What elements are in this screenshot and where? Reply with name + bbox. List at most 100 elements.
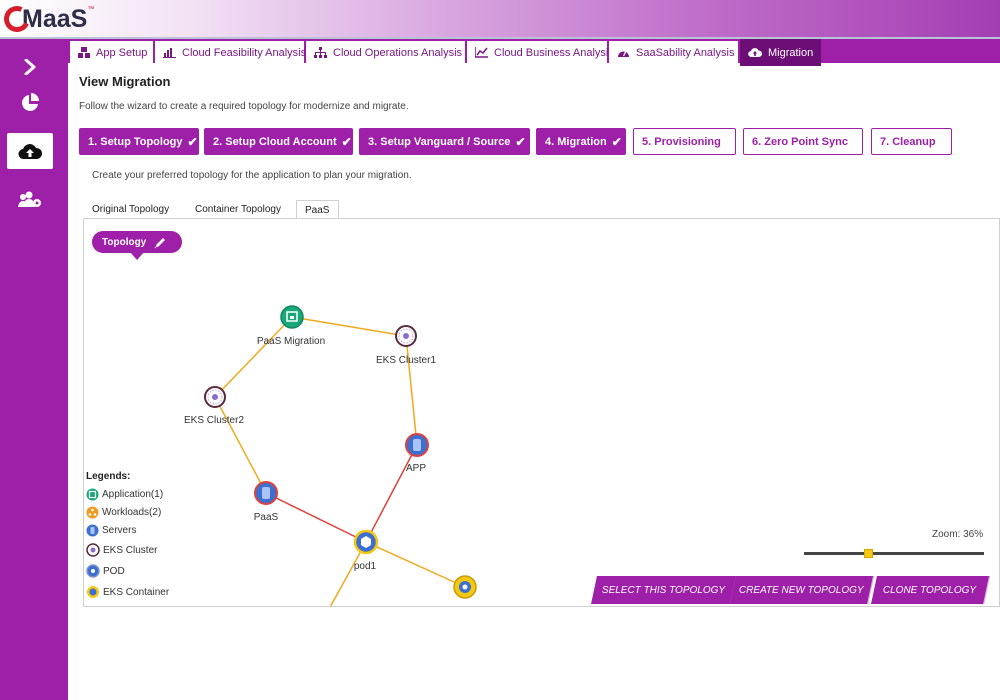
check-icon: ✔ bbox=[515, 134, 526, 149]
check-icon: ✔ bbox=[341, 134, 352, 149]
tab-original-topology[interactable]: Original Topology bbox=[84, 200, 177, 219]
tab-label: Migration bbox=[768, 46, 814, 59]
node-label-paas-migration: PaaS Migration bbox=[256, 336, 326, 347]
node-paas[interactable] bbox=[254, 481, 278, 505]
step-cleanup[interactable]: 7. Cleanup bbox=[871, 128, 952, 155]
topology-pill-label: Topology bbox=[102, 236, 147, 248]
node-eks-container[interactable] bbox=[453, 575, 477, 599]
cubes-icon bbox=[78, 47, 90, 58]
zoom-slider-track[interactable] bbox=[804, 552, 984, 555]
tab-app-setup[interactable]: App Setup bbox=[70, 41, 153, 64]
tab-saasability[interactable]: SaaSability Analysis bbox=[609, 41, 738, 64]
tab-label: SaaSability Analysis bbox=[636, 46, 735, 59]
zoom-slider-handle[interactable] bbox=[864, 549, 874, 558]
graph-edge bbox=[365, 444, 418, 543]
legend-label: EKS Cluster bbox=[103, 544, 158, 556]
select-topology-button[interactable]: SELECT THIS TOPOLOGY bbox=[591, 576, 737, 604]
tab-label: PaaS bbox=[305, 204, 330, 216]
graph-edge bbox=[214, 396, 267, 494]
tab-migration[interactable]: Migration bbox=[740, 39, 821, 66]
node-label-app: APP bbox=[405, 463, 427, 474]
line-chart-icon bbox=[475, 47, 488, 58]
node-pod1[interactable] bbox=[353, 529, 379, 555]
node-label-eks-cluster1: EKS Cluster1 bbox=[375, 355, 437, 366]
step-label: 4. Migration bbox=[545, 135, 607, 148]
topology-edit-button[interactable]: Topology bbox=[92, 231, 182, 253]
step-setup-topology[interactable]: 1. Setup Topology ✔ bbox=[79, 128, 199, 155]
legend-label: Servers bbox=[102, 525, 137, 536]
sidebar-toggle-button[interactable] bbox=[7, 49, 53, 85]
eks-container-icon bbox=[86, 585, 100, 599]
logo-tm: ™ bbox=[87, 5, 95, 13]
workloads-icon bbox=[86, 506, 99, 519]
page-title: View Migration bbox=[79, 74, 171, 89]
legend-label: Workloads(2) bbox=[102, 507, 162, 518]
cloud-upload-icon bbox=[18, 144, 42, 160]
legend-label: EKS Container bbox=[103, 586, 170, 598]
topology-canvas[interactable] bbox=[83, 219, 1000, 607]
legend-item-servers: Servers bbox=[86, 524, 136, 537]
step-provisioning[interactable]: 5. Provisioning bbox=[633, 128, 736, 155]
pencil-icon bbox=[154, 236, 167, 249]
sidebar bbox=[0, 39, 68, 700]
logo-text: MaaS bbox=[22, 4, 88, 33]
graph-edge bbox=[214, 316, 293, 398]
node-eks-cluster2[interactable] bbox=[204, 386, 226, 408]
step-migration[interactable]: 4. Migration ✔ bbox=[536, 128, 626, 155]
topology-graph bbox=[204, 305, 477, 606]
node-paas-migration[interactable] bbox=[280, 305, 304, 329]
tab-label: Cloud Feasibility Analysis bbox=[182, 46, 307, 59]
create-topology-button[interactable]: CREATE NEW TOPOLOGY bbox=[730, 576, 874, 604]
pill-arrow bbox=[130, 252, 144, 260]
legend-label: POD bbox=[103, 565, 125, 577]
step-label: 1. Setup Topology bbox=[88, 135, 183, 148]
tab-label: Cloud Operations Analysis bbox=[333, 46, 463, 59]
tab-container-topology[interactable]: Container Topology bbox=[187, 200, 289, 219]
check-icon: ✔ bbox=[611, 134, 622, 149]
tab-cloud-business[interactable]: Cloud Business Analysis bbox=[467, 41, 614, 64]
sidebar-item-users[interactable] bbox=[7, 182, 53, 218]
sitemap-icon bbox=[314, 47, 327, 58]
step-label: 2. Setup Cloud Account bbox=[213, 135, 337, 148]
top-tabs: App Setup Cloud Feasibility Analysis Clo… bbox=[68, 39, 1000, 66]
step-label: 5. Provisioning bbox=[642, 135, 721, 148]
node-eks-cluster1[interactable] bbox=[395, 325, 417, 347]
tab-paas[interactable]: PaaS bbox=[296, 200, 339, 219]
legend-item-pod: POD bbox=[86, 564, 125, 578]
graph-edge bbox=[291, 316, 407, 337]
node-app[interactable] bbox=[405, 433, 429, 457]
app-header: MaaS ™ bbox=[0, 0, 1000, 37]
graph-edge bbox=[365, 541, 466, 588]
button-label: CLONE TOPOLOGY bbox=[883, 584, 977, 596]
clone-topology-button[interactable]: CLONE TOPOLOGY bbox=[871, 576, 990, 604]
legend-title: Legends: bbox=[86, 471, 131, 482]
pie-chart-icon bbox=[22, 93, 39, 111]
node-label-eks-cluster2: EKS Cluster2 bbox=[183, 415, 245, 426]
application-icon bbox=[86, 488, 99, 501]
page-subtitle: Follow the wizard to create a required t… bbox=[79, 101, 409, 112]
button-label: CREATE NEW TOPOLOGY bbox=[739, 584, 864, 596]
users-gear-icon bbox=[18, 191, 41, 207]
sidebar-item-analytics[interactable] bbox=[7, 85, 53, 121]
topology-instruction: Create your preferred topology for the a… bbox=[92, 170, 412, 181]
chevron-right-icon bbox=[24, 59, 36, 75]
maas-logo[interactable]: MaaS ™ bbox=[0, 2, 95, 36]
graph-edge bbox=[405, 335, 418, 446]
cloud-upload-icon bbox=[748, 47, 762, 58]
gauge-icon bbox=[617, 47, 630, 58]
sidebar-item-migration[interactable] bbox=[7, 133, 53, 169]
step-label: 6. Zero Point Sync bbox=[752, 135, 848, 148]
step-zero-point-sync[interactable]: 6. Zero Point Sync bbox=[743, 128, 863, 155]
tab-label: Container Topology bbox=[195, 204, 281, 215]
eks-cluster-icon bbox=[86, 543, 100, 557]
check-icon: ✔ bbox=[187, 134, 198, 149]
step-setup-vanguard[interactable]: 3. Setup Vanguard / Source ✔ bbox=[359, 128, 530, 155]
pod-icon bbox=[86, 564, 100, 578]
node-label-paas: PaaS bbox=[253, 512, 279, 523]
tab-cloud-operations[interactable]: Cloud Operations Analysis bbox=[306, 41, 465, 64]
tab-cloud-feasibility[interactable]: Cloud Feasibility Analysis bbox=[155, 41, 307, 64]
legend-item-workloads: Workloads(2) bbox=[86, 506, 161, 519]
step-setup-cloud-account[interactable]: 2. Setup Cloud Account ✔ bbox=[204, 128, 353, 155]
legend-item-eks-cluster: EKS Cluster bbox=[86, 543, 157, 557]
step-label: 3. Setup Vanguard / Source bbox=[368, 135, 511, 148]
